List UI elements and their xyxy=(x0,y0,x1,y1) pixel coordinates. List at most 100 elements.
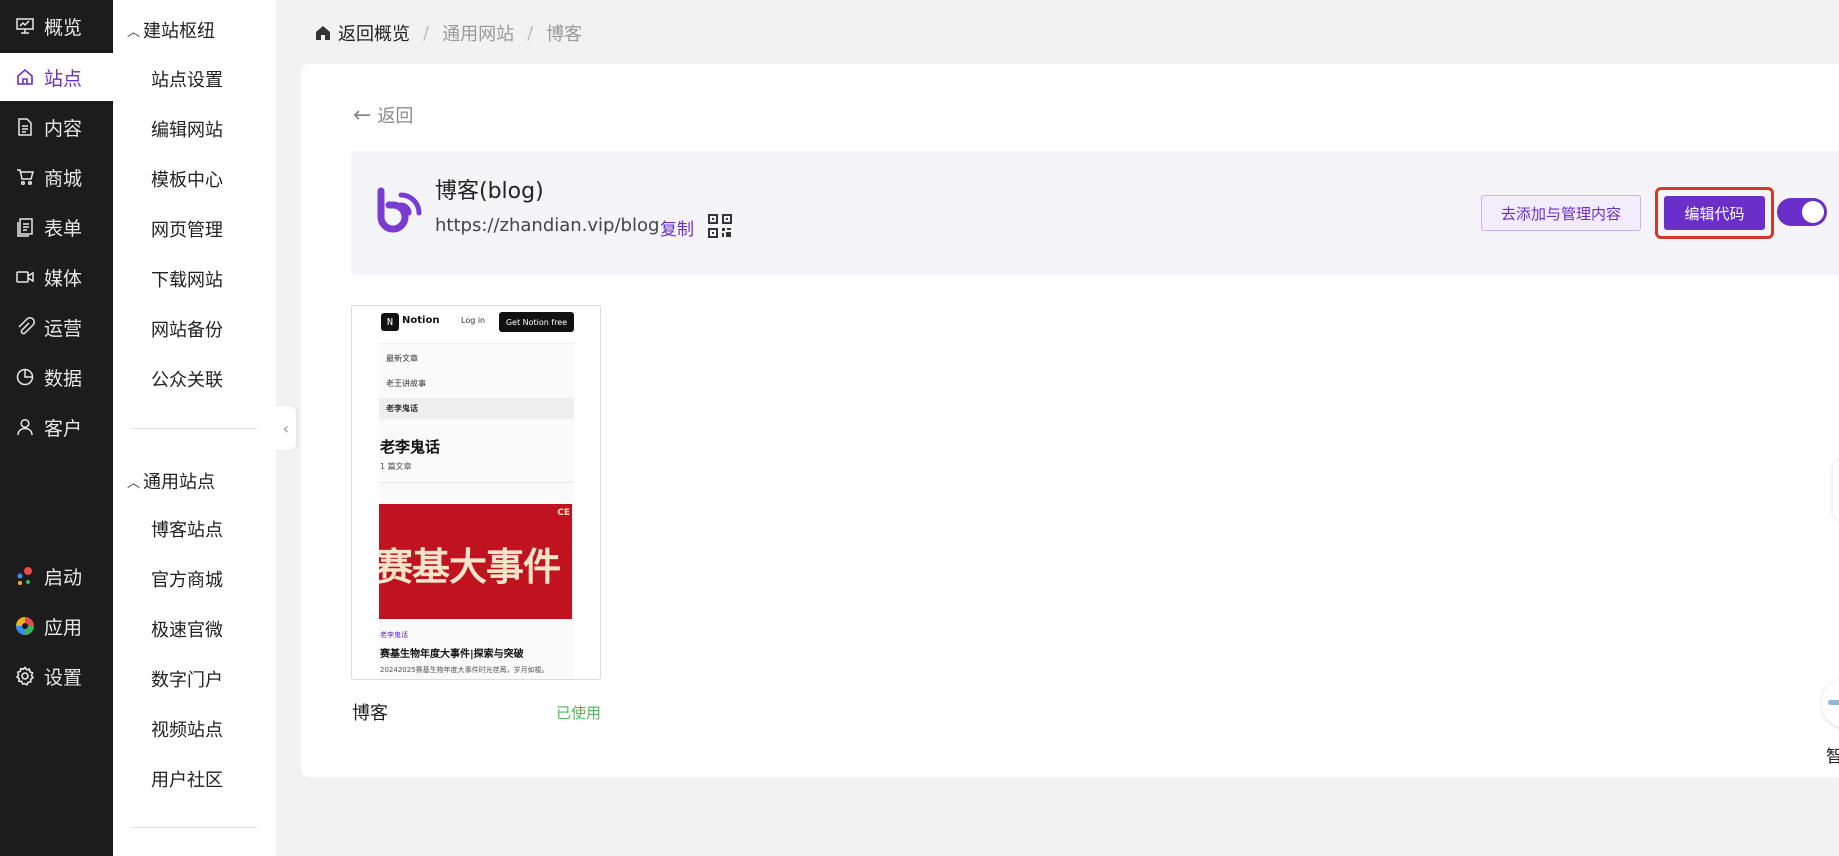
edit-code-highlight: 编辑代码 xyxy=(1655,187,1774,239)
launch-dots-icon xyxy=(15,566,35,586)
nav-label: 数据 xyxy=(44,367,83,390)
assistant-icon xyxy=(1828,700,1839,705)
site-url: https://zhandian.vip/blog xyxy=(435,215,660,236)
nav-label: 运营 xyxy=(44,317,83,340)
subnav-item-video[interactable]: 视频站点 xyxy=(151,716,223,742)
nav-item-customers[interactable]: 客户 xyxy=(0,403,113,451)
group-title-general-sites[interactable]: ︿ 通用站点 xyxy=(127,468,215,494)
breadcrumb: 返回概览 / 通用网站 / 博客 xyxy=(314,20,582,46)
preview-banner-text: 赛基大事件 xyxy=(379,544,561,589)
nav-item-media[interactable]: 媒体 xyxy=(0,253,113,301)
template-status-badge: 已使用 xyxy=(556,704,602,722)
nav-item-forms[interactable]: 表单 xyxy=(0,203,113,251)
edit-code-button[interactable]: 编辑代码 xyxy=(1664,196,1765,230)
breadcrumb-general-sites[interactable]: 通用网站 xyxy=(442,20,514,46)
nav-item-operations[interactable]: 运营 xyxy=(0,303,113,351)
subnav-item-edit-site[interactable]: 编辑网站 xyxy=(151,116,223,142)
preview-banner: 赛基大事件 CE xyxy=(379,504,572,619)
nav-label: 站点 xyxy=(44,67,83,90)
preview-title: 老李鬼话 xyxy=(380,438,441,456)
home-icon xyxy=(316,26,330,40)
preview-banner-mark: CE xyxy=(557,508,570,518)
subnav-item-pages[interactable]: 网页管理 xyxy=(151,216,223,242)
subnav-item-templates[interactable]: 模板中心 xyxy=(151,166,223,192)
copy-url-button[interactable]: 复制 xyxy=(660,215,694,240)
nav-item-apps[interactable]: 应用 xyxy=(0,602,113,650)
group-title-build-hub[interactable]: ︿ 建站枢纽 xyxy=(127,17,215,43)
preview-menu-item-selected: 老李鬼话 xyxy=(379,398,574,419)
site-info-panel: 博客(blog) https://zhandian.vip/blog 复制 去添… xyxy=(351,151,1839,275)
preview-category: 老李鬼话 xyxy=(380,631,408,639)
presentation-board-icon xyxy=(15,16,35,36)
nav-label: 媒体 xyxy=(44,267,83,290)
breadcrumb-separator: / xyxy=(423,22,430,44)
subnav-item-micro-site[interactable]: 极速官微 xyxy=(151,616,223,642)
subnav-item-backup[interactable]: 网站备份 xyxy=(151,316,223,342)
form-icon xyxy=(15,217,35,237)
breadcrumb-blog: 博客 xyxy=(546,24,583,45)
side-drawer-handle[interactable] xyxy=(1833,460,1839,520)
preview-header: N Notion Log in Get Notion free xyxy=(379,306,574,344)
qr-code-icon[interactable] xyxy=(707,213,733,239)
document-icon xyxy=(15,117,35,137)
video-camera-icon xyxy=(15,267,35,287)
subnav-item-community[interactable]: 用户社区 xyxy=(151,766,223,792)
preview-excerpt: 20242025赛基生物年度大事件时光荏苒，岁月如梭。 xyxy=(380,666,549,674)
nav-label: 商城 xyxy=(44,167,83,190)
nav-item-launch[interactable]: 启动 xyxy=(0,552,113,600)
nav-label: 设置 xyxy=(44,666,83,689)
divider xyxy=(131,428,257,429)
subnav-item-blog[interactable]: 博客站点 xyxy=(151,516,223,542)
arrow-left-icon: ← xyxy=(353,102,372,128)
nav-item-settings[interactable]: 设置 xyxy=(0,652,113,700)
nav-label: 客户 xyxy=(44,417,83,440)
assistant-label: 智 xyxy=(1826,747,1839,767)
subnav-item-shop[interactable]: 官方商城 xyxy=(151,566,223,592)
preview-count: 1 篇文章 xyxy=(380,462,412,471)
main-nav: 概览 站点 内容 商城 表单 媒体 运营 数据 客户 启动 应用 设置 xyxy=(0,0,113,856)
preview-login: Log in xyxy=(461,316,486,325)
subnav-item-download[interactable]: 下载网站 xyxy=(151,266,223,292)
preview-post-title: 赛基生物年度大事件|探索与突破 xyxy=(380,649,524,660)
site-name: 博客(blog) xyxy=(435,179,544,204)
preview-menu-item: 老王讲故事 xyxy=(386,379,426,388)
template-name: 博客 xyxy=(352,703,388,724)
nav-label: 启动 xyxy=(44,566,83,589)
blog-logo-icon xyxy=(377,187,422,233)
preview-cta: Get Notion free xyxy=(499,312,574,332)
nav-label: 表单 xyxy=(44,217,83,240)
subnav-item-portal[interactable]: 数字门户 xyxy=(151,666,223,692)
paperclip-icon xyxy=(15,317,35,337)
main-card: ← 返回 博客(blog) https://zhandian.vip/blog … xyxy=(301,64,1839,777)
nav-item-shop[interactable]: 商城 xyxy=(0,153,113,201)
nav-label: 应用 xyxy=(44,616,83,639)
nav-label: 内容 xyxy=(44,117,83,140)
template-preview-card[interactable]: N Notion Log in Get Notion free 最新文章 老王讲… xyxy=(351,305,601,680)
nav-item-content[interactable]: 内容 xyxy=(0,103,113,151)
breadcrumb-back-overview[interactable]: 返回概览 xyxy=(338,20,410,46)
pie-chart-icon xyxy=(15,367,35,387)
manage-content-button[interactable]: 去添加与管理内容 xyxy=(1481,195,1641,231)
nav-item-data[interactable]: 数据 xyxy=(0,353,113,401)
site-enable-toggle[interactable] xyxy=(1777,198,1827,226)
preview-brand: Notion xyxy=(402,315,440,326)
nav-item-site[interactable]: 站点 xyxy=(0,53,113,101)
nav-label: 概览 xyxy=(44,16,83,39)
breadcrumb-separator: / xyxy=(527,22,534,44)
subnav-item-public-link[interactable]: 公众关联 xyxy=(151,366,223,392)
divider xyxy=(131,827,257,828)
nav-item-overview[interactable]: 概览 xyxy=(0,2,113,50)
sub-nav: ︿ 建站枢纽 站点设置 编辑网站 模板中心 网页管理 下载网站 网站备份 公众关… xyxy=(113,0,276,856)
gear-icon xyxy=(15,666,35,686)
cart-icon xyxy=(15,167,35,187)
chevron-up-icon: ︿ xyxy=(127,24,141,40)
sidebar-collapse-button[interactable]: ‹ xyxy=(276,406,296,450)
preview-menu-item: 最新文章 xyxy=(386,354,418,363)
preview-divider xyxy=(380,482,573,483)
home-icon xyxy=(15,67,35,87)
chevron-left-icon: ‹ xyxy=(282,418,290,438)
preview-logo: N xyxy=(381,313,399,331)
back-button[interactable]: ← 返回 xyxy=(353,102,413,128)
subnav-item-site-settings[interactable]: 站点设置 xyxy=(151,66,223,92)
apps-pinwheel-icon xyxy=(15,616,35,636)
